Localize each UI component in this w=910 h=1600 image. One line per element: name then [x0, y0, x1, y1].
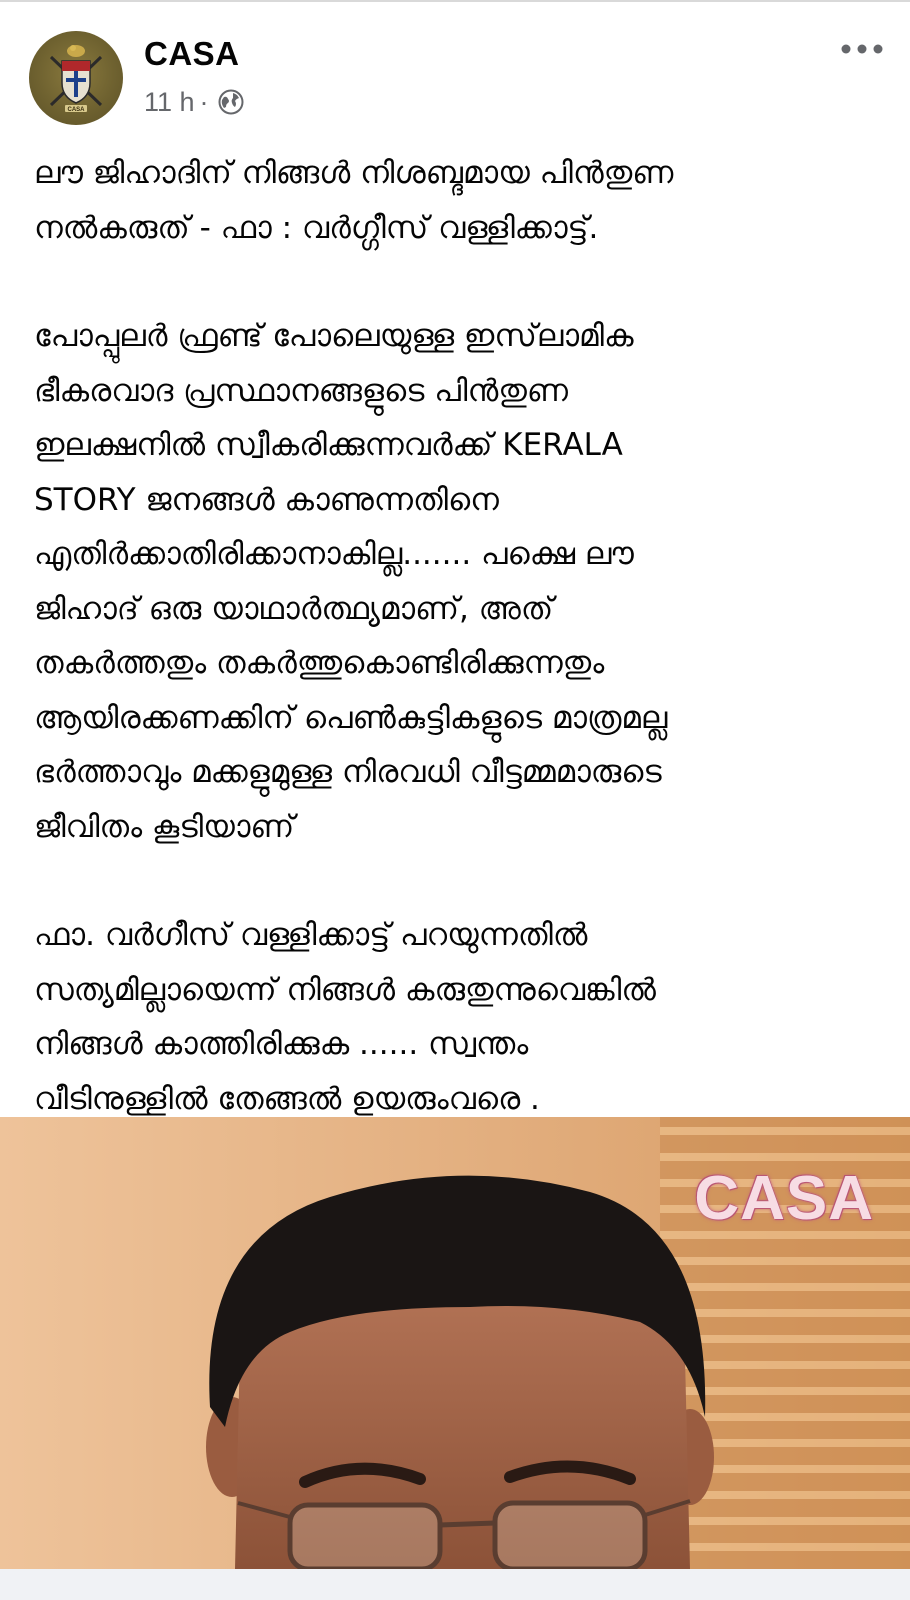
post-timestamp[interactable]: 11 h — [144, 87, 195, 118]
post-paragraph: ലൗ ജിഹാദിന് നിങ്ങൾ നിശബ്ദമായ പിൻതുണ നൽകര… — [34, 155, 674, 246]
more-horizontal-icon — [841, 44, 883, 54]
more-options-button[interactable] — [838, 34, 886, 64]
meta-separator: · — [199, 86, 209, 117]
post-paragraph: ഫാ. വർഗീസ് വള്ളിക്കാട്ട് പറയുന്നതിൽ സത്യ… — [34, 917, 656, 1117]
page-name[interactable]: CASA — [144, 34, 240, 74]
image-watermark: CASA — [694, 1164, 874, 1233]
post-image[interactable]: CASA — [0, 1117, 910, 1569]
feed-separator — [0, 1569, 910, 1600]
svg-text:CASA: CASA — [67, 107, 85, 113]
post-meta: 11 h · — [144, 86, 244, 118]
globe-icon[interactable] — [218, 89, 244, 115]
post-message: ലൗ ജിഹാദിന് നിങ്ങൾ നിശബ്ദമായ പിൻതുണ നൽകര… — [34, 146, 884, 1126]
casa-logo-icon: CASA — [49, 45, 103, 113]
post-paragraph: പോപ്പുലർ ഫ്രണ്ട് പോലെയുള്ള ഇസ്‌ലാമിക ഭീക… — [34, 318, 668, 845]
page-avatar[interactable]: CASA — [29, 31, 123, 125]
post-header: CASA CASA 11 h · — [0, 0, 910, 140]
